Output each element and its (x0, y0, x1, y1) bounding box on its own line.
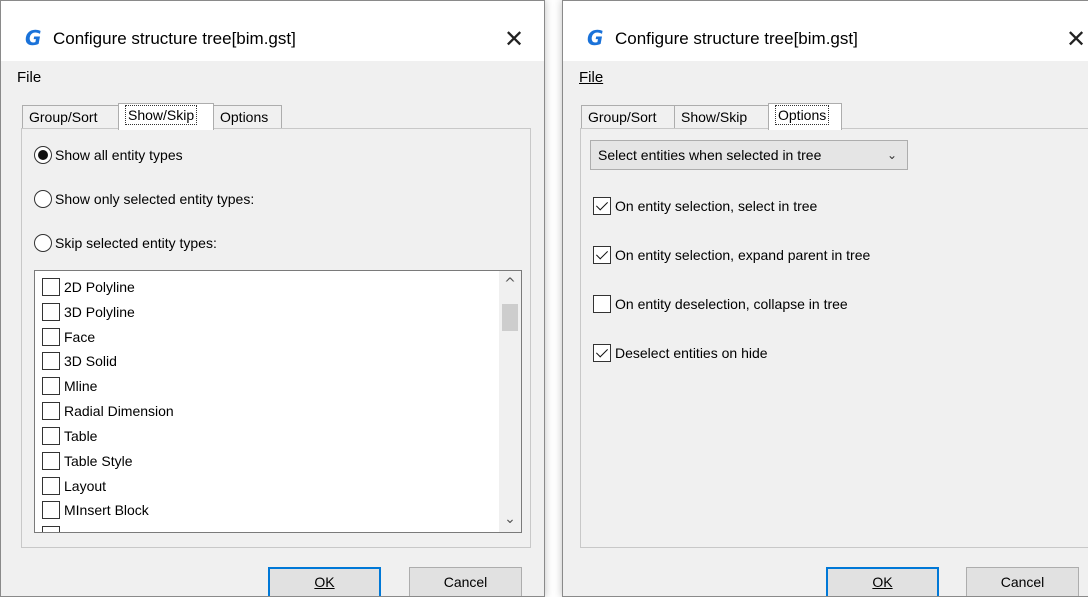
vertical-scrollbar[interactable]: ^ ⌄ (499, 271, 521, 532)
checkbox[interactable] (42, 427, 60, 445)
list-item[interactable]: 3D Polyline (42, 300, 135, 324)
option-expand-parent[interactable]: On entity selection, expand parent in tr… (593, 244, 870, 266)
cancel-label: Cancel (1000, 574, 1045, 590)
options-panel: Select entities when selected in tree ⌄ … (580, 128, 1088, 548)
entity-type-list[interactable]: 2D Polyline 3D Polyline Face 3D Solid Ml… (34, 270, 522, 533)
checkbox[interactable] (42, 352, 60, 370)
gstarcad-logo-icon: G (587, 26, 604, 50)
list-item[interactable]: Face (42, 325, 95, 349)
option-select-in-tree[interactable]: On entity selection, select in tree (593, 195, 817, 217)
list-item-label: Face (64, 329, 96, 345)
checkbox[interactable] (42, 278, 60, 296)
radio-skip-selected[interactable]: Skip selected entity types: (34, 232, 217, 254)
checkbox[interactable] (42, 477, 60, 495)
tab-options[interactable]: Options (768, 103, 842, 130)
tab-show-skip[interactable]: Show/Skip (674, 105, 769, 129)
list-item-label: 3D Solid (64, 353, 117, 369)
cancel-button[interactable]: Cancel (966, 567, 1079, 596)
checkbox[interactable] (593, 344, 611, 362)
chevron-down-icon: ⌄ (886, 148, 898, 162)
option-label: On entity selection, select in tree (615, 198, 818, 214)
radio-button[interactable] (34, 146, 52, 164)
tab-group-sort[interactable]: Group/Sort (581, 105, 675, 129)
tab-label: Group/Sort (588, 109, 657, 125)
tab-group-sort[interactable]: Group/Sort (22, 105, 119, 129)
list-item-label: 2D Polyline (64, 279, 135, 295)
list-item-label: Mline (64, 378, 98, 394)
ok-label: OK (314, 574, 335, 590)
list-item-label: 3D Polyline (64, 304, 135, 320)
tab-show-skip[interactable]: Show/Skip (118, 103, 214, 130)
radio-label: Show all entity types (55, 147, 183, 163)
selection-mode-dropdown[interactable]: Select entities when selected in tree ⌄ (590, 140, 908, 170)
tab-label: Options (775, 105, 830, 125)
title-bar: G Configure structure tree[bim.gst] ✕ (1, 1, 544, 61)
menu-bar: File (1, 61, 544, 94)
title-bar: G Configure structure tree[bim.gst] ✕ (563, 1, 1088, 61)
checkbox[interactable] (42, 452, 60, 470)
checkbox[interactable] (42, 328, 60, 346)
list-item[interactable]: Radial Dimension (42, 399, 174, 423)
radio-show-all[interactable]: Show all entity types (34, 144, 183, 166)
radio-label: Skip selected entity types: (55, 235, 217, 251)
radio-button[interactable] (34, 190, 52, 208)
scroll-up-arrow-icon[interactable]: ^ (499, 273, 521, 295)
list-item-label: MInsert Block (64, 502, 149, 518)
dialog-configure-structure-tree-options: G Configure structure tree[bim.gst] ✕ Fi… (562, 0, 1088, 597)
list-item-label: Table (64, 428, 98, 444)
checkbox[interactable] (42, 377, 60, 395)
ok-button[interactable]: OK (268, 567, 381, 596)
ok-button[interactable]: OK (826, 567, 939, 596)
dialog-configure-structure-tree-show-skip: G Configure structure tree[bim.gst] ✕ Fi… (0, 0, 545, 597)
window-title: Configure structure tree[bim.gst] (53, 29, 296, 48)
option-label: Deselect entities on hide (615, 345, 768, 361)
checkbox[interactable] (42, 402, 60, 420)
tab-label: Show/Skip (125, 105, 198, 125)
ok-label: OK (872, 574, 893, 590)
option-collapse-on-deselect[interactable]: On entity deselection, collapse in tree (593, 293, 848, 315)
list-item[interactable]: Table (42, 424, 97, 448)
checkbox[interactable] (42, 501, 60, 519)
list-item-label: Radial Dimension (64, 403, 174, 419)
checkbox[interactable] (593, 197, 611, 215)
checkbox[interactable] (593, 246, 611, 264)
tab-label: Group/Sort (29, 109, 98, 125)
list-item[interactable]: MInsert Block (42, 498, 149, 522)
list-item-partial[interactable] (42, 523, 64, 532)
radio-show-only-selected[interactable]: Show only selected entity types: (34, 188, 254, 210)
tab-label: Options (220, 109, 269, 125)
list-item[interactable]: 3D Solid (42, 349, 117, 373)
cancel-button[interactable]: Cancel (409, 567, 522, 596)
show-skip-panel: Show all entity types Show only selected… (21, 128, 531, 548)
close-button[interactable]: ✕ (491, 19, 537, 59)
menu-file[interactable]: File (17, 69, 41, 86)
menu-bar: File (563, 61, 1088, 94)
checkbox[interactable] (593, 295, 611, 313)
tab-options[interactable]: Options (213, 105, 282, 129)
option-label: On entity deselection, collapse in tree (615, 296, 848, 312)
menu-file[interactable]: File (579, 69, 603, 86)
option-deselect-on-hide[interactable]: Deselect entities on hide (593, 342, 768, 364)
dropdown-value: Select entities when selected in tree (598, 147, 822, 163)
close-button[interactable]: ✕ (1053, 19, 1088, 59)
gstarcad-logo-icon: G (25, 26, 42, 50)
radio-label: Show only selected entity types: (55, 191, 255, 207)
cancel-label: Cancel (443, 574, 488, 590)
scroll-down-arrow-icon[interactable]: ⌄ (499, 508, 521, 530)
list-item[interactable]: Layout (42, 474, 106, 498)
option-label: On entity selection, expand parent in tr… (615, 247, 871, 263)
list-item[interactable]: Table Style (42, 449, 132, 473)
checkbox[interactable] (42, 526, 60, 532)
checkbox[interactable] (42, 303, 60, 321)
scroll-thumb[interactable] (502, 304, 518, 331)
list-item[interactable]: Mline (42, 374, 97, 398)
tab-label: Show/Skip (681, 109, 748, 125)
list-item[interactable]: 2D Polyline (42, 275, 135, 299)
list-item-label: Layout (64, 478, 107, 494)
radio-button[interactable] (34, 234, 52, 252)
window-title: Configure structure tree[bim.gst] (615, 29, 858, 48)
list-item-label: Table Style (64, 453, 133, 469)
